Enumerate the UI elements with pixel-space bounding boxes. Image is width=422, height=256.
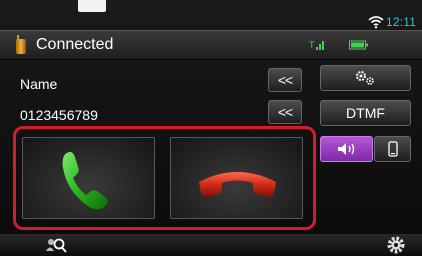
svg-text:T: T — [309, 40, 315, 50]
answer-call-icon — [62, 151, 108, 210]
settings-button[interactable] — [320, 65, 411, 91]
title-bar: Connected T — [0, 30, 422, 60]
contact-name: Name — [20, 76, 58, 92]
end-call-button[interactable] — [170, 137, 303, 219]
gear-icon[interactable] — [385, 234, 407, 256]
speaker-icon — [337, 143, 354, 155]
page-title: Connected — [36, 36, 114, 53]
phone-icon — [16, 35, 26, 54]
wifi-icon — [368, 16, 384, 29]
car-phone-screen: 12:11 Connected T Name 0123456789 << << — [0, 0, 422, 256]
answer-call-button[interactable] — [22, 137, 155, 219]
handset-icon — [387, 141, 398, 157]
end-call-icon — [199, 172, 276, 198]
search-icon[interactable] — [44, 236, 68, 254]
clock: 12:11 — [386, 15, 417, 29]
handset-button[interactable] — [374, 136, 411, 162]
settings-icon — [355, 71, 374, 85]
top-notch — [78, 0, 106, 12]
contact-number: 0123456789 — [20, 107, 98, 123]
number-scroll-button[interactable]: << — [268, 100, 302, 124]
signal-icon: T — [309, 40, 324, 50]
speaker-button[interactable] — [320, 136, 373, 162]
status-bar: 12:11 — [0, 14, 422, 30]
dtmf-button[interactable]: DTMF — [320, 100, 411, 126]
name-scroll-button[interactable]: << — [268, 68, 302, 92]
battery-icon — [349, 40, 368, 50]
